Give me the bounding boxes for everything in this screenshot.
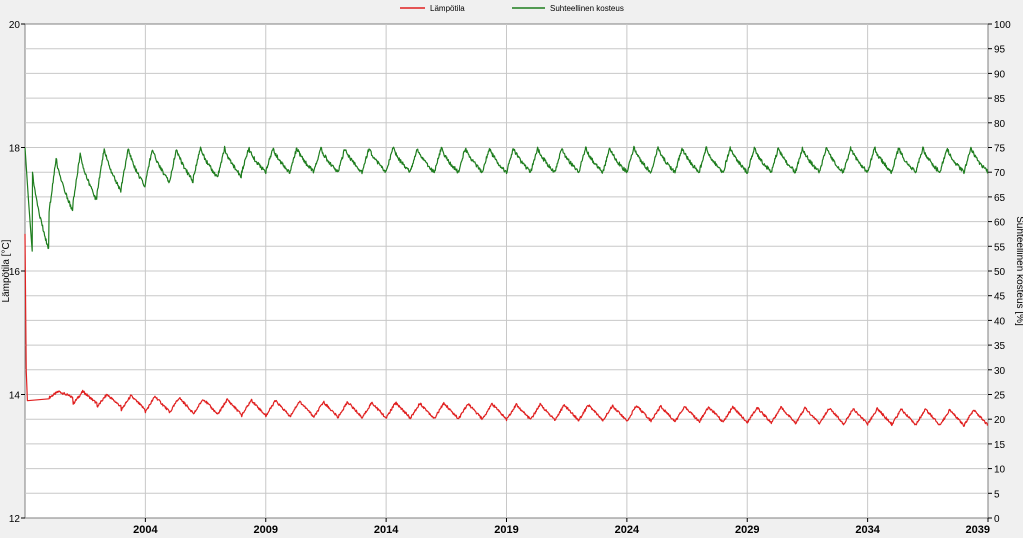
left-tick-label: 14 [9, 391, 21, 402]
x-tick-label: 2019 [494, 524, 518, 536]
x-tick-label: 2024 [615, 524, 640, 536]
right-tick-label: 40 [994, 316, 1006, 327]
right-tick-label: 10 [994, 465, 1006, 476]
chart: 1214161820 05101520253035404550556065707… [0, 0, 1023, 538]
right-tick-label: 45 [994, 292, 1006, 303]
right-tick-label: 70 [994, 168, 1006, 179]
right-tick-label: 100 [994, 20, 1011, 31]
right-tick-label: 35 [994, 341, 1006, 352]
right-tick-label: 0 [994, 514, 1000, 525]
right-tick-label: 60 [994, 218, 1006, 229]
x-tick-label: 2009 [254, 524, 278, 536]
right-tick-label: 5 [994, 489, 1000, 500]
legend-label-humidity: Suhteellinen kosteus [550, 4, 624, 13]
x-tick-label: 2014 [374, 524, 399, 536]
x-tick-label: 2004 [133, 524, 158, 536]
right-tick-label: 30 [994, 366, 1006, 377]
left-axis-label: Lämpötila [°C] [1, 239, 12, 302]
right-tick-label: 95 [994, 45, 1006, 56]
right-tick-label: 15 [994, 440, 1006, 451]
gridlines [25, 24, 988, 518]
right-tick-label: 80 [994, 119, 1006, 130]
right-axis-label: Suhteellinen kosteus [%] [1014, 216, 1023, 326]
right-tick-label: 90 [994, 69, 1006, 80]
x-tick-label: 2039 [966, 524, 990, 536]
right-tick-label: 55 [994, 242, 1006, 253]
right-tick-label: 75 [994, 144, 1006, 155]
right-tick-label: 25 [994, 391, 1006, 402]
right-tick-label: 50 [994, 267, 1006, 278]
x-tick-label: 2029 [735, 524, 759, 536]
x-tick-label: 2034 [855, 524, 880, 536]
right-tick-label: 65 [994, 193, 1006, 204]
legend-label-temperature: Lämpötila [430, 4, 465, 13]
right-tick-label: 85 [994, 94, 1006, 105]
left-tick-label: 18 [9, 144, 21, 155]
left-tick-label: 12 [9, 514, 21, 525]
right-tick-label: 20 [994, 415, 1006, 426]
left-tick-label: 20 [9, 20, 21, 31]
